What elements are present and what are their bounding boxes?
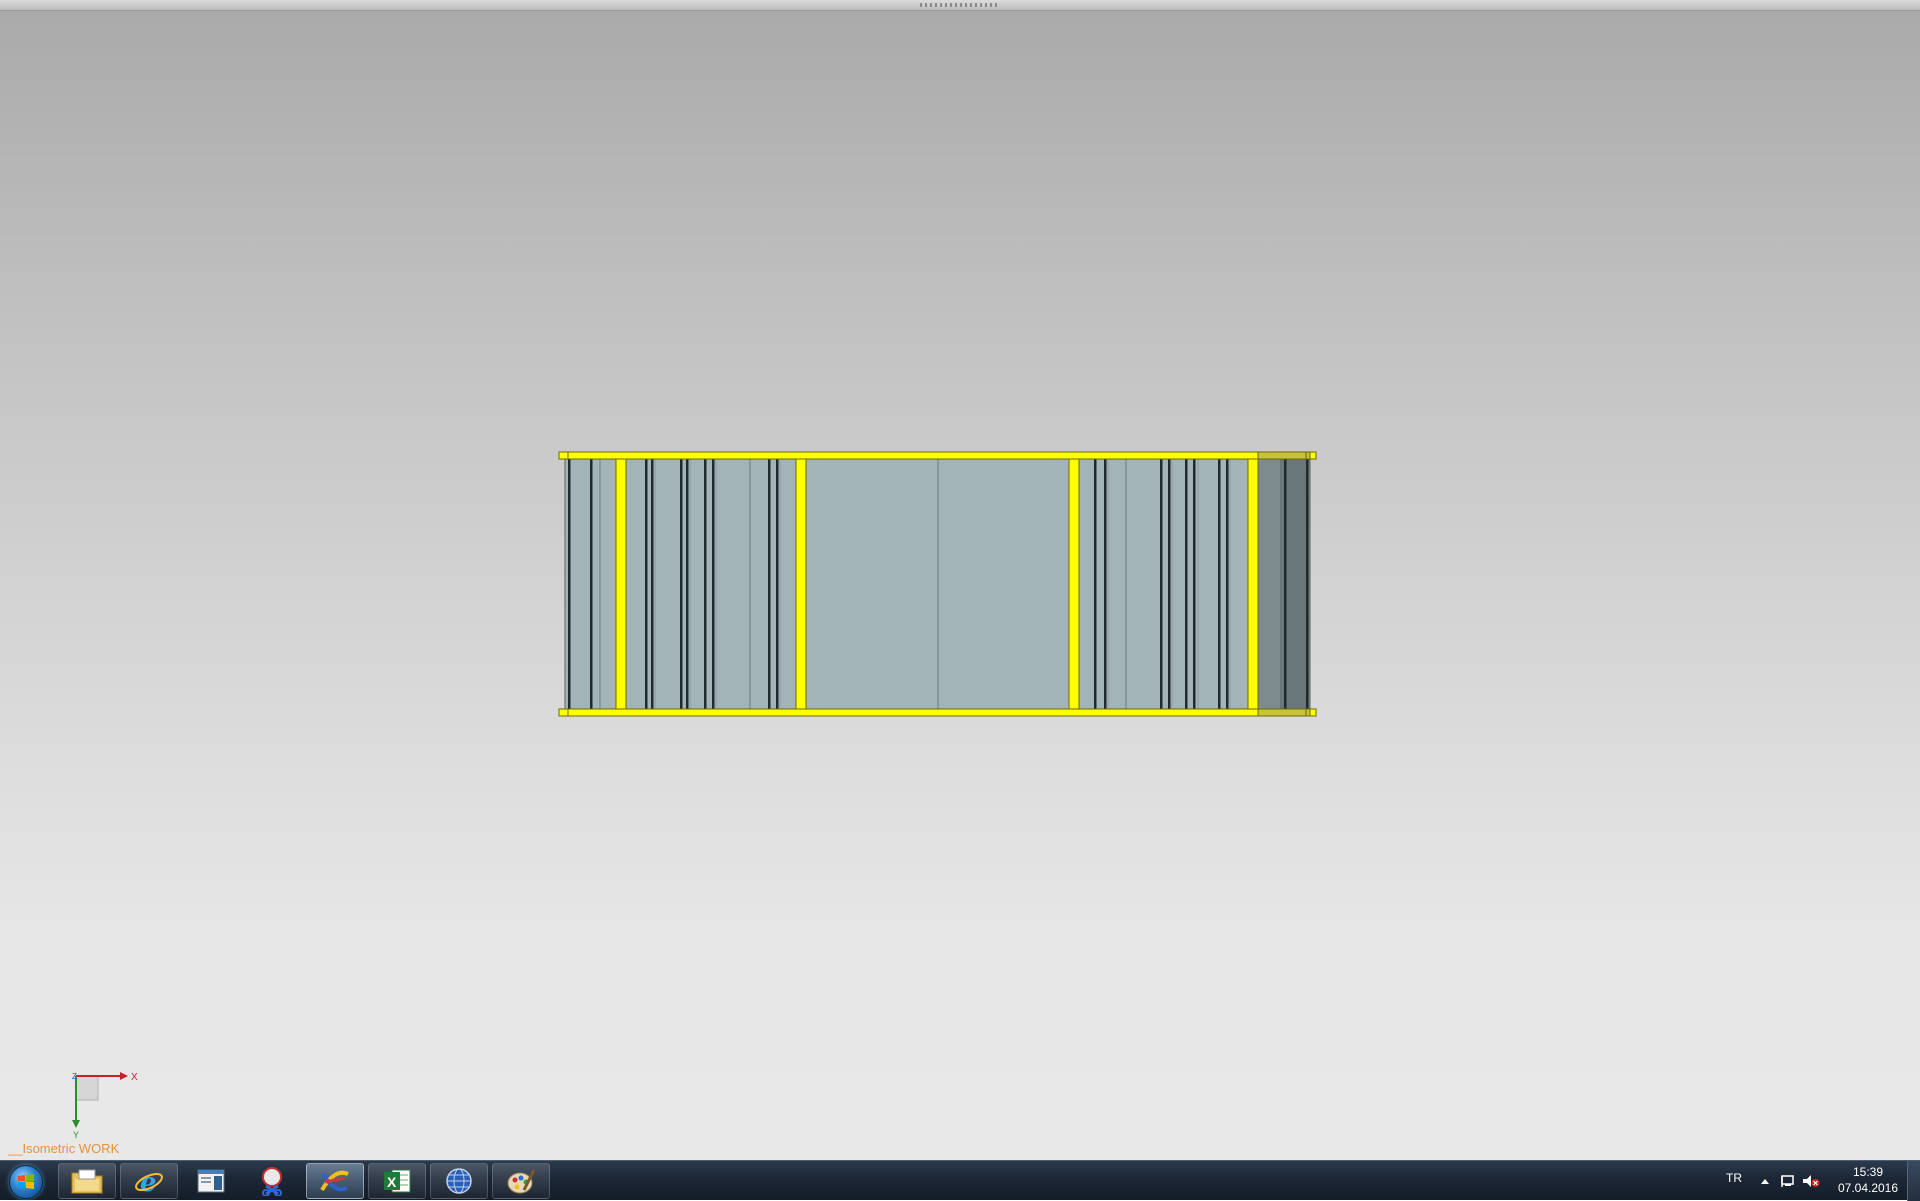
system-tray: TR 15:39 07.04.2016 [1690, 1161, 1920, 1201]
rib-line [1193, 458, 1196, 710]
vertical-post [615, 458, 627, 710]
axis-triad: X Y Z [72, 1072, 138, 1140]
rib-line [1226, 458, 1229, 710]
taskbar-window-button[interactable] [182, 1163, 240, 1199]
rib-line [712, 458, 715, 710]
rib-line [776, 458, 779, 710]
start-button[interactable] [3, 1162, 49, 1200]
taskbar-snipping-button[interactable] [244, 1163, 302, 1199]
rib-line [651, 458, 654, 710]
rib-line [768, 458, 771, 710]
bottom-rail [558, 708, 1317, 717]
action-center-flag-icon[interactable] [1780, 1174, 1796, 1188]
svg-text:X: X [387, 1174, 397, 1190]
vertical-post [1068, 458, 1080, 710]
internet-explorer-icon: e [135, 1168, 163, 1196]
rib-line [686, 458, 689, 710]
paint-icon [507, 1169, 536, 1194]
explorer-icon [71, 1169, 103, 1194]
vertical-post [1247, 458, 1259, 710]
clock-date: 07.04.2016 [1837, 1181, 1899, 1195]
cad-model[interactable] [0, 0, 1920, 1160]
taskbar: e X TR 15:39 07.04.2016 [0, 1160, 1920, 1201]
bottom-rail-end [1257, 708, 1311, 717]
excel-icon: X [384, 1169, 411, 1193]
taskbar-clock[interactable]: 15:39 07.04.2016 [1828, 1164, 1908, 1196]
rib-line [590, 458, 593, 710]
show-desktop-button[interactable] [1907, 1161, 1920, 1201]
show-hidden-icons-icon[interactable] [1760, 1177, 1770, 1185]
view-name-label: __Isometric WORK [8, 1141, 120, 1156]
rib-line [1218, 458, 1221, 710]
rib-line [645, 458, 648, 710]
rib-line [704, 458, 707, 710]
cad-viewport[interactable]: X Y Z __Isometric WORK [0, 0, 1920, 1160]
y-axis-arrow [72, 1120, 80, 1128]
rib-line [1094, 458, 1097, 710]
rib-line [680, 458, 683, 710]
x-axis-arrow [120, 1072, 128, 1080]
rib-line [1104, 458, 1107, 710]
taskbar-excel-button[interactable]: X [368, 1163, 426, 1199]
taskbar-paint-button[interactable] [492, 1163, 550, 1199]
window-app-icon [197, 1169, 225, 1193]
triad-plane [75, 1075, 99, 1101]
top-rail [558, 451, 1317, 460]
language-indicator[interactable]: TR [1726, 1171, 1742, 1185]
y-axis-label: Y [73, 1130, 79, 1140]
clock-time: 15:39 [1852, 1165, 1884, 1179]
globe-app-icon [446, 1168, 472, 1194]
z-axis-label: Z [72, 1072, 77, 1081]
vertical-post [795, 458, 807, 710]
taskbar-explorer-button[interactable] [58, 1163, 116, 1199]
x-axis-label: X [131, 1072, 138, 1083]
rib-line [1160, 458, 1163, 710]
taskbar-globe-button[interactable] [430, 1163, 488, 1199]
rib-line [1185, 458, 1188, 710]
taskbar-cad-button[interactable] [306, 1163, 364, 1199]
rib-line [1168, 458, 1171, 710]
svg-text:e: e [140, 1168, 157, 1196]
rib-line [1306, 458, 1309, 710]
top-rail-end [1257, 451, 1311, 460]
volume-muted-icon[interactable] [1802, 1174, 1820, 1188]
cad-app-icon [320, 1170, 349, 1192]
windows-start-icon [9, 1165, 43, 1199]
rib-line [568, 458, 571, 710]
rib-line [1284, 458, 1287, 710]
taskbar-ie-button[interactable]: e [120, 1163, 178, 1199]
snipping-tool-icon [262, 1167, 282, 1196]
